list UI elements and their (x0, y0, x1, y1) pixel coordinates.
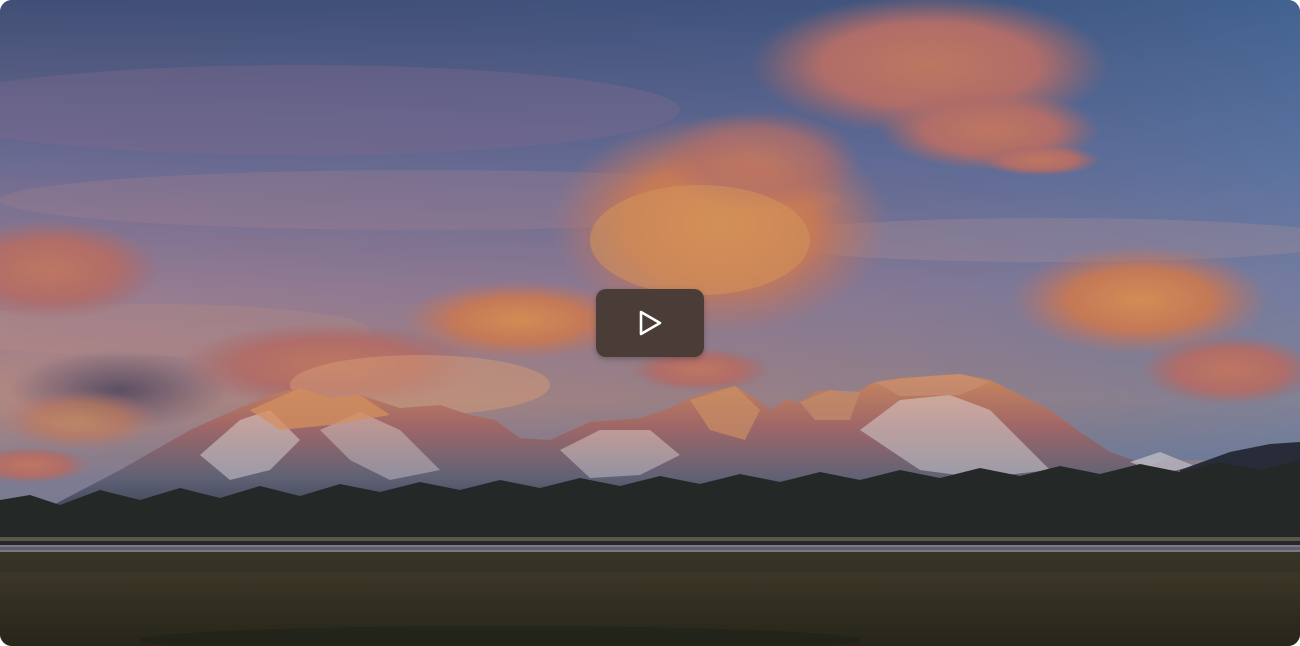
play-icon (639, 310, 662, 336)
video-player[interactable] (0, 0, 1300, 646)
play-button[interactable] (596, 289, 704, 357)
